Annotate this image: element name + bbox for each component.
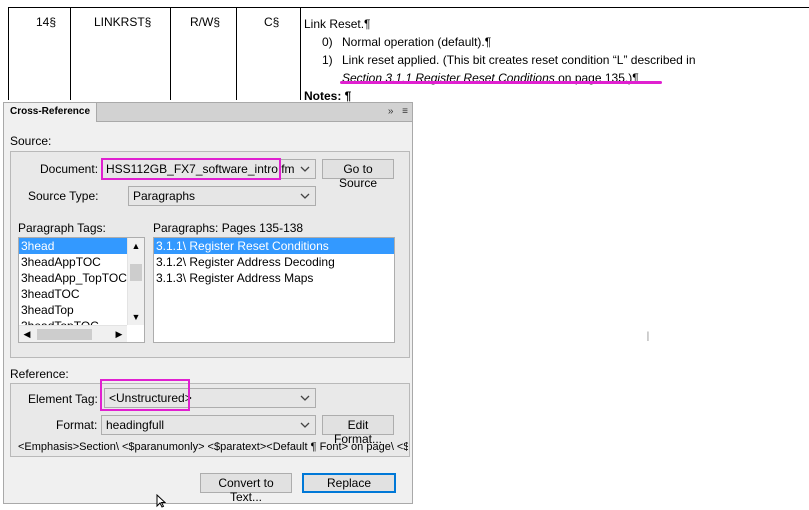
reference-label: Reference: [10, 367, 69, 381]
collapse-icon[interactable]: » [388, 106, 394, 117]
description-cell[interactable]: Link Reset.¶ 0) Normal operation (defaul… [304, 15, 804, 105]
highlight-box [101, 158, 281, 180]
vertical-scrollbar[interactable]: ▲ ▼ [127, 238, 144, 325]
name-cell[interactable]: LINKRST§ [94, 15, 151, 29]
list-item[interactable]: 3.1.2\ Register Address Decoding [154, 254, 394, 270]
chevron-down-icon [300, 422, 310, 428]
source-label: Source: [10, 134, 52, 148]
list-item[interactable]: 3headAppTOC [19, 254, 144, 270]
paragraph-tags-list[interactable]: 3head 3headAppTOC 3headApp_TopTOC 3headT… [18, 237, 145, 343]
paragraphs-list[interactable]: 3.1.1\ Register Reset Conditions 3.1.2\ … [153, 237, 395, 343]
table-border [300, 7, 301, 100]
item-number: 1) [322, 53, 333, 67]
scroll-down-icon[interactable]: ▼ [128, 309, 144, 325]
item-number: 0) [322, 35, 333, 49]
scroll-left-icon[interactable]: ◀ [19, 326, 35, 342]
scroll-thumb[interactable] [37, 329, 92, 340]
source-type-value: Paragraphs [133, 189, 196, 203]
table-border [8, 7, 9, 100]
list-item[interactable]: 3headApp_TopTOC [19, 270, 144, 286]
list-item[interactable]: 3headTOC [19, 286, 144, 302]
list-item[interactable]: 3headTop [19, 302, 144, 318]
replace-button[interactable]: Replace [302, 473, 396, 493]
table-border [70, 7, 71, 100]
document-label: Document: [40, 162, 99, 176]
table-border [170, 7, 171, 100]
reset-cell[interactable]: C§ [264, 15, 279, 29]
item-text: Link reset applied. (This bit creates re… [342, 53, 696, 67]
source-type-label: Source Type: [28, 189, 99, 203]
format-value: headingfull [106, 418, 165, 432]
source-type-select[interactable]: Paragraphs [128, 186, 316, 206]
table-border-top [8, 7, 809, 8]
bit-cell[interactable]: 14§ [36, 15, 56, 29]
convert-to-text-button[interactable]: Convert to Text... [200, 473, 292, 504]
list-item[interactable]: 3.1.3\ Register Address Maps [154, 270, 394, 286]
scroll-thumb[interactable] [130, 264, 142, 281]
description-title: Link Reset.¶ [304, 17, 371, 31]
chevron-down-icon [300, 166, 310, 172]
dialog-tab[interactable]: Cross-Reference [4, 103, 98, 122]
panel-menu-icon[interactable]: ≡ [402, 106, 408, 117]
format-string: <Emphasis>Section\ <$paranumonly> <$para… [18, 441, 408, 453]
highlight-box [100, 379, 190, 411]
scroll-right-icon[interactable]: ▶ [111, 326, 127, 342]
list-item: 0) Normal operation (default).¶ [304, 33, 804, 51]
format-label: Format: [56, 418, 98, 432]
list-item[interactable]: 3.1.1\ Register Reset Conditions [154, 238, 394, 254]
list-item[interactable]: 3head [19, 238, 144, 254]
item-text: Normal operation (default).¶ [342, 35, 492, 49]
mouse-pointer-icon [156, 494, 166, 508]
text-cursor-icon: I [646, 328, 650, 344]
format-select[interactable]: headingfull [101, 415, 316, 435]
scroll-up-icon[interactable]: ▲ [128, 238, 144, 254]
dialog-titlebar[interactable]: Cross-Reference » ≡ [4, 103, 412, 122]
cross-reference-dialog: Cross-Reference » ≡ Source: Document: HS… [3, 102, 413, 504]
table-border [236, 7, 237, 100]
element-tag-label: Element Tag: [28, 392, 98, 406]
horizontal-scrollbar[interactable]: ◀ ▶ [19, 325, 127, 342]
paragraph-tags-label: Paragraph Tags: [18, 221, 106, 235]
chevron-down-icon [300, 395, 310, 401]
paragraphs-label: Paragraphs: Pages 135-138 [153, 221, 304, 235]
edit-format-button[interactable]: Edit Format... [322, 415, 394, 446]
highlight-underline [340, 81, 662, 84]
access-cell[interactable]: R/W§ [190, 15, 220, 29]
chevron-down-icon [300, 193, 310, 199]
go-to-source-button[interactable]: Go to Source [322, 159, 394, 190]
